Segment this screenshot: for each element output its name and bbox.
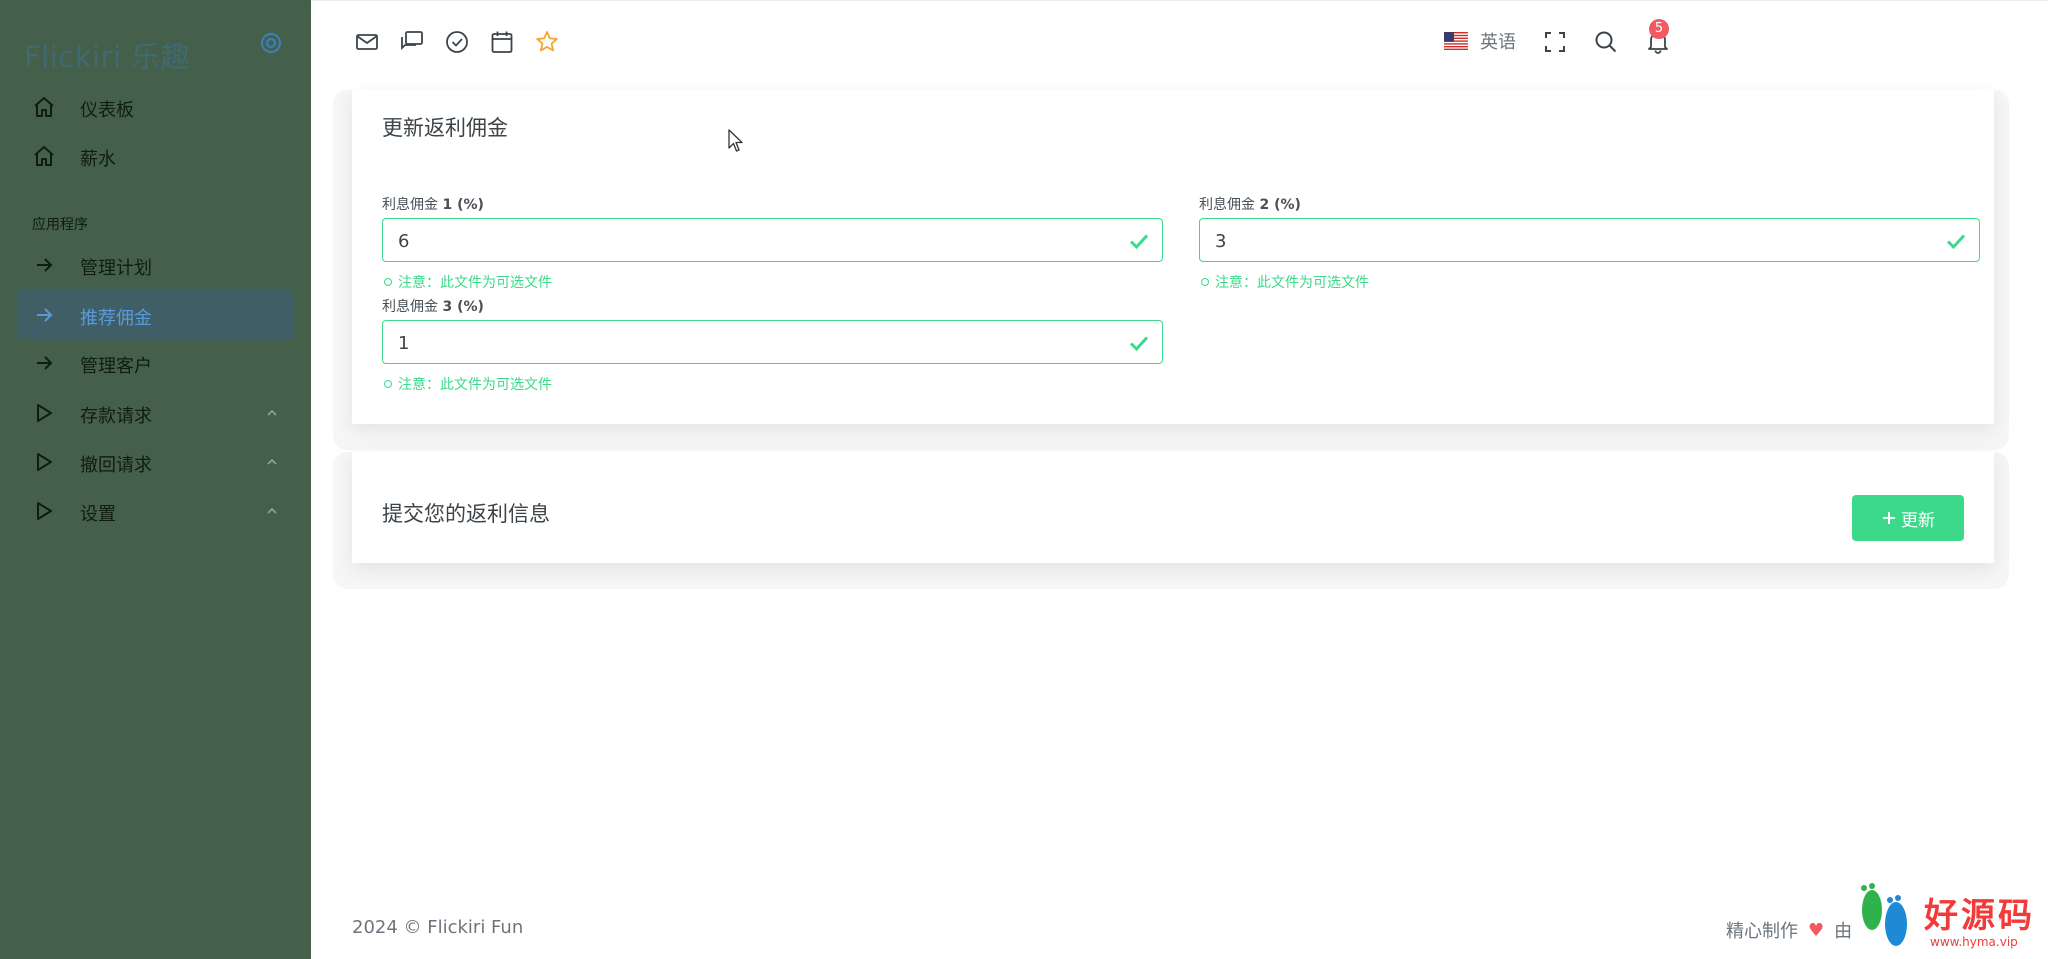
sidebar-item-deposit-requests[interactable]: 存款请求: [18, 388, 293, 438]
arrow-right-icon: [37, 356, 53, 370]
footer-credit: 精心制作 ♥ 由: [1726, 917, 1852, 943]
field-label-commission-2: 利息佣金 2 (%): [1199, 194, 1301, 214]
commission-2-input[interactable]: 3: [1199, 218, 1980, 262]
chevron-up-icon: [267, 507, 277, 514]
sidebar-item-referral-commission[interactable]: 推荐佣金: [18, 290, 293, 340]
sidebar-item-label: 推荐佣金: [80, 308, 152, 329]
update-button-label: 更新: [1901, 510, 1935, 531]
check-icon: [1129, 234, 1149, 250]
sidebar-item-settings[interactable]: 设置: [18, 486, 293, 536]
field-label-commission-3: 利息佣金 3 (%): [382, 296, 484, 316]
sidebar-item-label: 仪表板: [80, 100, 134, 121]
commission-1-input[interactable]: 6: [382, 218, 1163, 262]
field-note: 注意：此文件为可选文件: [1201, 272, 1369, 292]
play-icon: [37, 453, 52, 471]
play-icon: [37, 502, 52, 520]
field-note: 注意：此文件为可选文件: [384, 374, 552, 394]
plus-icon: [1883, 512, 1895, 524]
commission-3-input[interactable]: 1: [382, 320, 1163, 364]
label-prefix: 利息佣金: [1199, 197, 1260, 213]
heart-icon: ♥: [1808, 919, 1825, 941]
watermark-text: 好源码: [1924, 896, 2035, 936]
label-level: 2 (%): [1259, 197, 1301, 213]
card-update-commission-wrapper: 更新返利佣金 利息佣金 1 (%) 6 注意：此文件为可选文件 利息佣金 2 (…: [333, 90, 2009, 450]
label-level: 1 (%): [442, 197, 484, 213]
label-prefix: 利息佣金: [382, 197, 443, 213]
card-submit: 提交您的返利信息 更新: [352, 452, 1994, 563]
input-value: 1: [398, 333, 410, 354]
chevron-up-icon: [267, 409, 277, 416]
label-prefix: 利息佣金: [382, 299, 443, 315]
notification-badge: 5: [1649, 19, 1669, 39]
sidebar-toggle-icon[interactable]: [260, 32, 282, 54]
note-text: 注意：此文件为可选文件: [398, 377, 552, 393]
sidebar-section-title: 应用程序: [32, 217, 88, 233]
arrow-right-icon: [37, 258, 53, 272]
calendar-icon[interactable]: [489, 29, 515, 55]
note-dot-icon: [384, 278, 392, 286]
card-submit-wrapper: 提交您的返利信息 更新: [333, 452, 2009, 589]
mouse-cursor-icon: [728, 129, 743, 152]
sidebar-item-label: 管理计划: [80, 258, 152, 279]
note-text: 注意：此文件为可选文件: [398, 275, 552, 291]
mail-icon[interactable]: [354, 29, 380, 55]
sidebar-item-manage-plans[interactable]: 管理计划: [18, 240, 293, 290]
note-dot-icon: [384, 380, 392, 388]
home-icon: [34, 97, 54, 117]
footer-copyright: 2024 © Flickiri Fun: [352, 917, 524, 938]
home-icon: [34, 146, 54, 166]
sidebar-item-label: 薪水: [80, 149, 116, 170]
language-selector[interactable]: 英语: [1444, 28, 1516, 54]
card-update-commission: 更新返利佣金 利息佣金 1 (%) 6 注意：此文件为可选文件 利息佣金 2 (…: [352, 90, 1994, 424]
sidebar: Flickiri 乐趣 仪表板 薪水 应用程序 管理计划 推荐佣金 管理客户 存…: [0, 0, 311, 959]
play-icon: [37, 404, 52, 422]
field-note: 注意：此文件为可选文件: [384, 272, 552, 292]
sidebar-item-dashboard[interactable]: 仪表板: [18, 82, 293, 132]
watermark-url: www.hyma.vip: [1930, 935, 2018, 949]
footer-made-with: 精心制作: [1726, 921, 1798, 942]
check-icon: [1946, 234, 1966, 250]
check-circle-icon[interactable]: [444, 29, 470, 55]
card-title: 提交您的返利信息: [382, 502, 550, 526]
topbar: 英语 5: [311, 0, 2048, 83]
sidebar-item-withdraw-requests[interactable]: 撤回请求: [18, 437, 293, 487]
us-flag-icon: [1444, 32, 1468, 50]
chat-icon[interactable]: [399, 29, 425, 55]
language-label: 英语: [1480, 32, 1516, 53]
sidebar-item-label: 管理客户: [80, 356, 152, 377]
field-label-commission-1: 利息佣金 1 (%): [382, 194, 484, 214]
card-title: 更新返利佣金: [382, 116, 508, 140]
note-dot-icon: [1201, 278, 1209, 286]
input-value: 6: [398, 231, 410, 252]
note-text: 注意：此文件为可选文件: [1215, 275, 1369, 291]
check-icon: [1129, 336, 1149, 352]
search-icon[interactable]: [1593, 29, 1619, 55]
brand-logo[interactable]: Flickiri 乐趣: [24, 34, 190, 76]
star-icon[interactable]: [534, 29, 560, 55]
arrow-right-icon: [37, 308, 53, 322]
sidebar-item-manage-clients[interactable]: 管理客户: [18, 338, 293, 388]
sidebar-item-salary[interactable]: 薪水: [18, 131, 293, 181]
input-value: 3: [1215, 231, 1227, 252]
chevron-up-icon: [267, 458, 277, 465]
update-button[interactable]: 更新: [1852, 495, 1964, 541]
label-level: 3 (%): [442, 299, 484, 315]
fullscreen-icon[interactable]: [1542, 29, 1568, 55]
sidebar-item-label: 存款请求: [80, 406, 152, 427]
sidebar-item-label: 设置: [80, 504, 116, 525]
sidebar-item-label: 撤回请求: [80, 455, 152, 476]
